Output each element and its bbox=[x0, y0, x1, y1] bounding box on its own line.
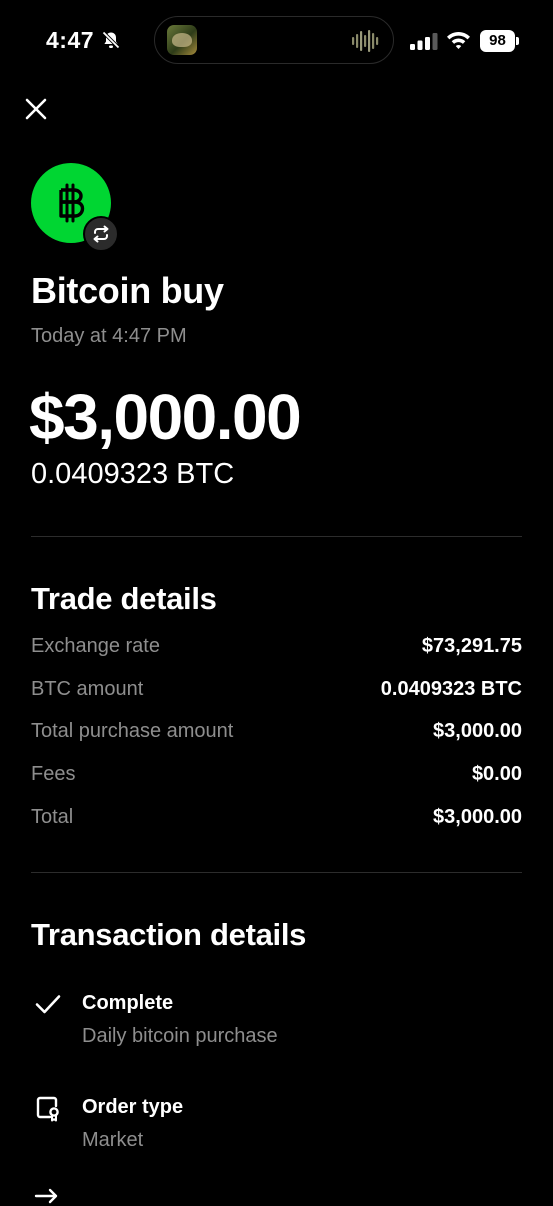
trade-row-btc-amount: BTC amount 0.0409323 BTC bbox=[31, 678, 522, 708]
now-playing-artwork bbox=[167, 25, 197, 55]
transaction-item-detail: Market bbox=[82, 1129, 144, 1151]
transaction-item-title: Complete bbox=[82, 992, 174, 1014]
order-type-item: Order type Market bbox=[31, 1094, 522, 1164]
exchange-badge bbox=[83, 216, 119, 252]
bell-off-icon bbox=[102, 31, 120, 49]
trade-row-fees: Fees $0.00 bbox=[31, 763, 522, 793]
trade-row-label: Total purchase amount bbox=[31, 720, 234, 742]
transaction-details-heading: Transaction details bbox=[31, 917, 307, 952]
trade-row-value: $3,000.00 bbox=[433, 720, 522, 742]
battery-level: 98 bbox=[480, 30, 515, 52]
trade-row-total: Total $3,000.00 bbox=[31, 806, 522, 836]
trade-row-value: $73,291.75 bbox=[421, 635, 522, 657]
avatar bbox=[31, 163, 119, 252]
battery-icon: 98 bbox=[480, 30, 520, 52]
wifi-icon bbox=[447, 32, 470, 49]
bitcoin-icon bbox=[59, 183, 85, 223]
close-button[interactable] bbox=[20, 93, 52, 125]
trade-details-heading: Trade details bbox=[31, 581, 217, 616]
divider bbox=[31, 536, 522, 537]
trade-row-label: Exchange rate bbox=[31, 635, 160, 657]
transaction-item-detail: Daily bitcoin purchase bbox=[82, 1025, 278, 1047]
transaction-item-title: Order type bbox=[82, 1096, 184, 1118]
trade-row-total-purchase: Total purchase amount $3,000.00 bbox=[31, 720, 522, 750]
transaction-amount: $3,000.00 bbox=[29, 381, 302, 453]
trade-row-value: $3,000.00 bbox=[433, 806, 522, 828]
page-title: Bitcoin buy bbox=[31, 270, 224, 311]
trade-row-label: Fees bbox=[31, 763, 76, 785]
divider bbox=[31, 872, 522, 873]
battery-tip bbox=[516, 37, 519, 45]
checkmark-icon bbox=[35, 995, 61, 1014]
close-icon bbox=[25, 98, 47, 120]
arrow-right-icon bbox=[34, 1188, 58, 1204]
transaction-status-item: Complete Daily bitcoin purchase bbox=[31, 990, 522, 1060]
btc-amount: 0.0409323 BTC bbox=[31, 458, 235, 490]
transaction-timestamp: Today at 4:47 PM bbox=[31, 325, 187, 347]
trade-row-exchange-rate: Exchange rate $73,291.75 bbox=[31, 635, 522, 665]
trade-row-label: Total bbox=[31, 806, 74, 828]
order-type-icon bbox=[36, 1096, 59, 1122]
dynamic-island[interactable] bbox=[154, 16, 394, 64]
exchange-icon bbox=[93, 225, 109, 243]
trade-row-label: BTC amount bbox=[31, 678, 144, 700]
trade-row-value: 0.0409323 BTC bbox=[380, 678, 522, 700]
signal-icon bbox=[410, 33, 438, 50]
audio-wave-icon bbox=[352, 30, 379, 52]
status-time: 4:47 bbox=[46, 27, 95, 53]
status-bar: 4:47 98 bbox=[0, 0, 553, 84]
trade-row-value: $0.00 bbox=[471, 763, 522, 785]
